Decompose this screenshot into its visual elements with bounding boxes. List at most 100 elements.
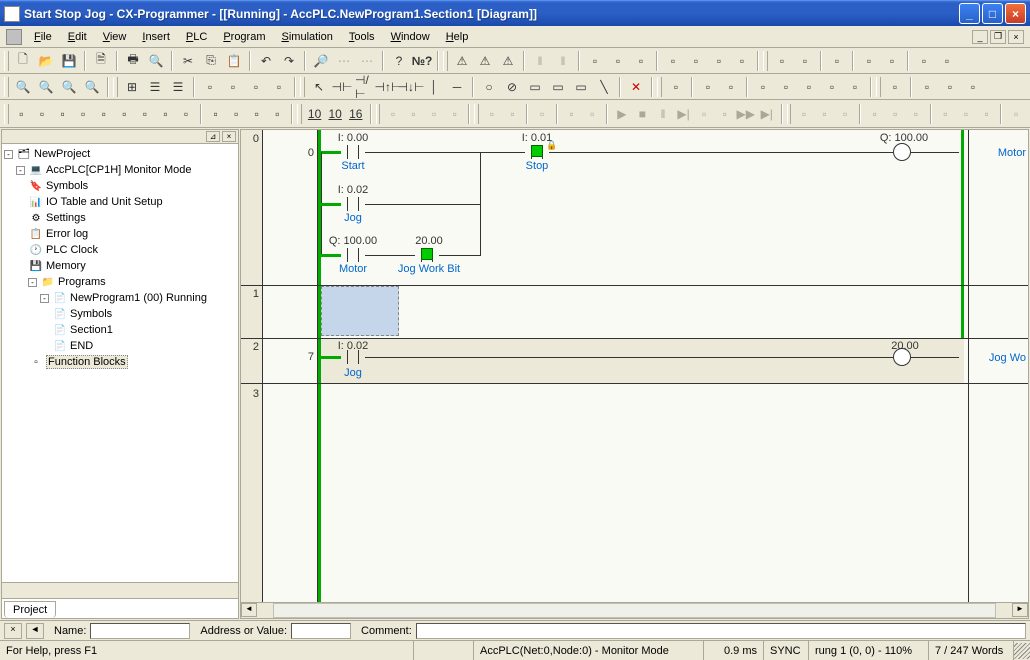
contact-p-button[interactable]: ⊣↑⊢ — [377, 76, 399, 98]
tb3-n[interactable]: ▫ — [383, 103, 403, 125]
line-button[interactable]: ╲ — [593, 76, 615, 98]
tree-item[interactable]: PLC Clock — [46, 244, 98, 256]
tb3-b[interactable]: ▫ — [32, 103, 52, 125]
tb1-g[interactable]: ▫ — [731, 50, 753, 72]
tb1-m[interactable]: ▫ — [913, 50, 935, 72]
coil-motor[interactable] — [893, 143, 911, 161]
menu-simulation[interactable]: Simulation — [274, 29, 341, 45]
tb2-i[interactable]: ▫ — [775, 76, 797, 98]
warning1-button[interactable]: ⚠ — [451, 50, 473, 72]
tb1-f[interactable]: ▫ — [708, 50, 730, 72]
tb3-x[interactable]: ▫ — [715, 103, 735, 125]
tb3-j[interactable]: ▫ — [206, 103, 226, 125]
vert-line-button[interactable]: │ — [423, 76, 445, 98]
tb3-y[interactable]: ▫ — [794, 103, 814, 125]
find-button[interactable]: 🔎 — [310, 50, 332, 72]
copy-button[interactable]: ⎘ — [200, 50, 222, 72]
tb2-f[interactable]: ▫ — [697, 76, 719, 98]
info-nav-button[interactable]: ◄ — [26, 623, 44, 639]
tb3-s[interactable]: ▫ — [503, 103, 523, 125]
tree-program[interactable]: NewProgram1 (00) Running — [70, 292, 207, 304]
tree-pin-button[interactable]: ⊿ — [206, 131, 220, 142]
zoom-reset-button[interactable]: 🔍 — [81, 76, 103, 98]
tb3-p[interactable]: ▫ — [424, 103, 444, 125]
ff-button[interactable]: ▶▶ — [735, 103, 755, 125]
tb3-aa[interactable]: ▫ — [835, 103, 855, 125]
help-button[interactable]: №? — [411, 50, 433, 72]
mdi-minimize-button[interactable]: _ — [972, 30, 988, 44]
tb3-f[interactable]: ▫ — [115, 103, 135, 125]
func2-button[interactable]: ▭ — [547, 76, 569, 98]
pause2-button[interactable]: ‖ — [552, 50, 574, 72]
tree-item[interactable]: Error log — [46, 228, 88, 240]
tree-item[interactable]: END — [70, 340, 93, 352]
zoom-in-button[interactable]: 🔍 — [35, 76, 57, 98]
tb1-i[interactable]: ▫ — [794, 50, 816, 72]
contact-nc-button[interactable]: ⊣/⊢ — [354, 76, 376, 98]
cut-button[interactable]: ✂ — [177, 50, 199, 72]
stop-button[interactable]: ■ — [633, 103, 653, 125]
name-field[interactable] — [90, 623, 190, 639]
tb2-b[interactable]: ▫ — [222, 76, 244, 98]
tb3-a[interactable]: ▫ — [12, 103, 32, 125]
list1-button[interactable]: ☰ — [144, 76, 166, 98]
preview-button[interactable]: 🔍 — [145, 50, 167, 72]
tb2-a[interactable]: ▫ — [199, 76, 221, 98]
warning2-button[interactable]: ⚠ — [474, 50, 496, 72]
coil-nc-button[interactable]: ⊘ — [501, 76, 523, 98]
tree-item[interactable]: Symbols — [70, 308, 112, 320]
tb1-k[interactable]: ▫ — [858, 50, 880, 72]
undo-button[interactable]: ↶ — [255, 50, 277, 72]
contact-jog2[interactable] — [341, 350, 365, 364]
tb3-ag[interactable]: ▫ — [977, 103, 997, 125]
tb2-h[interactable]: ▫ — [752, 76, 774, 98]
project-tree[interactable]: -🗂NewProject -💻AccPLC[CP1H] Monitor Mode… — [2, 144, 238, 582]
radix-10s[interactable]: 10 — [325, 103, 345, 125]
maximize-button[interactable]: □ — [982, 3, 1003, 24]
tb3-g[interactable]: ▫ — [135, 103, 155, 125]
horz-line-button[interactable]: ─ — [446, 76, 468, 98]
horizontal-scrollbar[interactable]: ◄ ► — [241, 602, 1028, 618]
cursor-button[interactable]: ↖ — [308, 76, 330, 98]
tree-item[interactable]: Symbols — [46, 180, 88, 192]
skip-button[interactable]: ▶| — [757, 103, 777, 125]
zoom-fit-button[interactable]: 🔍 — [58, 76, 80, 98]
tb3-m[interactable]: ▫ — [268, 103, 288, 125]
tb2-o[interactable]: ▫ — [939, 76, 961, 98]
tb1-n[interactable]: ▫ — [936, 50, 958, 72]
address-field[interactable] — [291, 623, 351, 639]
tree-item[interactable]: Memory — [46, 260, 86, 272]
tree-item[interactable]: IO Table and Unit Setup — [46, 196, 163, 208]
tree-toggle[interactable]: - — [28, 278, 37, 287]
tb1-b[interactable]: ▫ — [607, 50, 629, 72]
tb3-k[interactable]: ▫ — [226, 103, 246, 125]
tb3-q[interactable]: ▫ — [445, 103, 465, 125]
menu-window[interactable]: Window — [383, 29, 438, 45]
tb3-ac[interactable]: ▫ — [885, 103, 905, 125]
tb2-c[interactable]: ▫ — [245, 76, 267, 98]
radix-10[interactable]: 10 — [305, 103, 325, 125]
tb2-l[interactable]: ▫ — [844, 76, 866, 98]
menu-insert[interactable]: Insert — [134, 29, 178, 45]
tb3-w[interactable]: ▫ — [694, 103, 714, 125]
contact-no-button[interactable]: ⊣⊢ — [331, 76, 353, 98]
menu-file[interactable]: File — [26, 29, 60, 45]
save-button[interactable]: 💾 — [58, 50, 80, 72]
minimize-button[interactable]: _ — [959, 3, 980, 24]
project-tab[interactable]: Project — [4, 601, 56, 618]
tb3-h[interactable]: ▫ — [156, 103, 176, 125]
tb3-o[interactable]: ▫ — [404, 103, 424, 125]
resize-grip[interactable] — [1014, 643, 1030, 659]
tb3-z[interactable]: ▫ — [815, 103, 835, 125]
tb3-ab[interactable]: ▫ — [865, 103, 885, 125]
goto-button[interactable]: ⋯ — [356, 50, 378, 72]
paste-button[interactable]: 📋 — [223, 50, 245, 72]
tb3-e[interactable]: ▫ — [94, 103, 114, 125]
open-button[interactable]: 📂 — [35, 50, 57, 72]
grid-button[interactable]: ⊞ — [121, 76, 143, 98]
pause1-button[interactable]: ‖ — [529, 50, 551, 72]
tree-plc[interactable]: AccPLC[CP1H] Monitor Mode — [46, 164, 192, 176]
info-close-button[interactable]: × — [4, 623, 22, 639]
pause-button[interactable]: ‖ — [653, 103, 673, 125]
tb2-d[interactable]: ▫ — [268, 76, 290, 98]
